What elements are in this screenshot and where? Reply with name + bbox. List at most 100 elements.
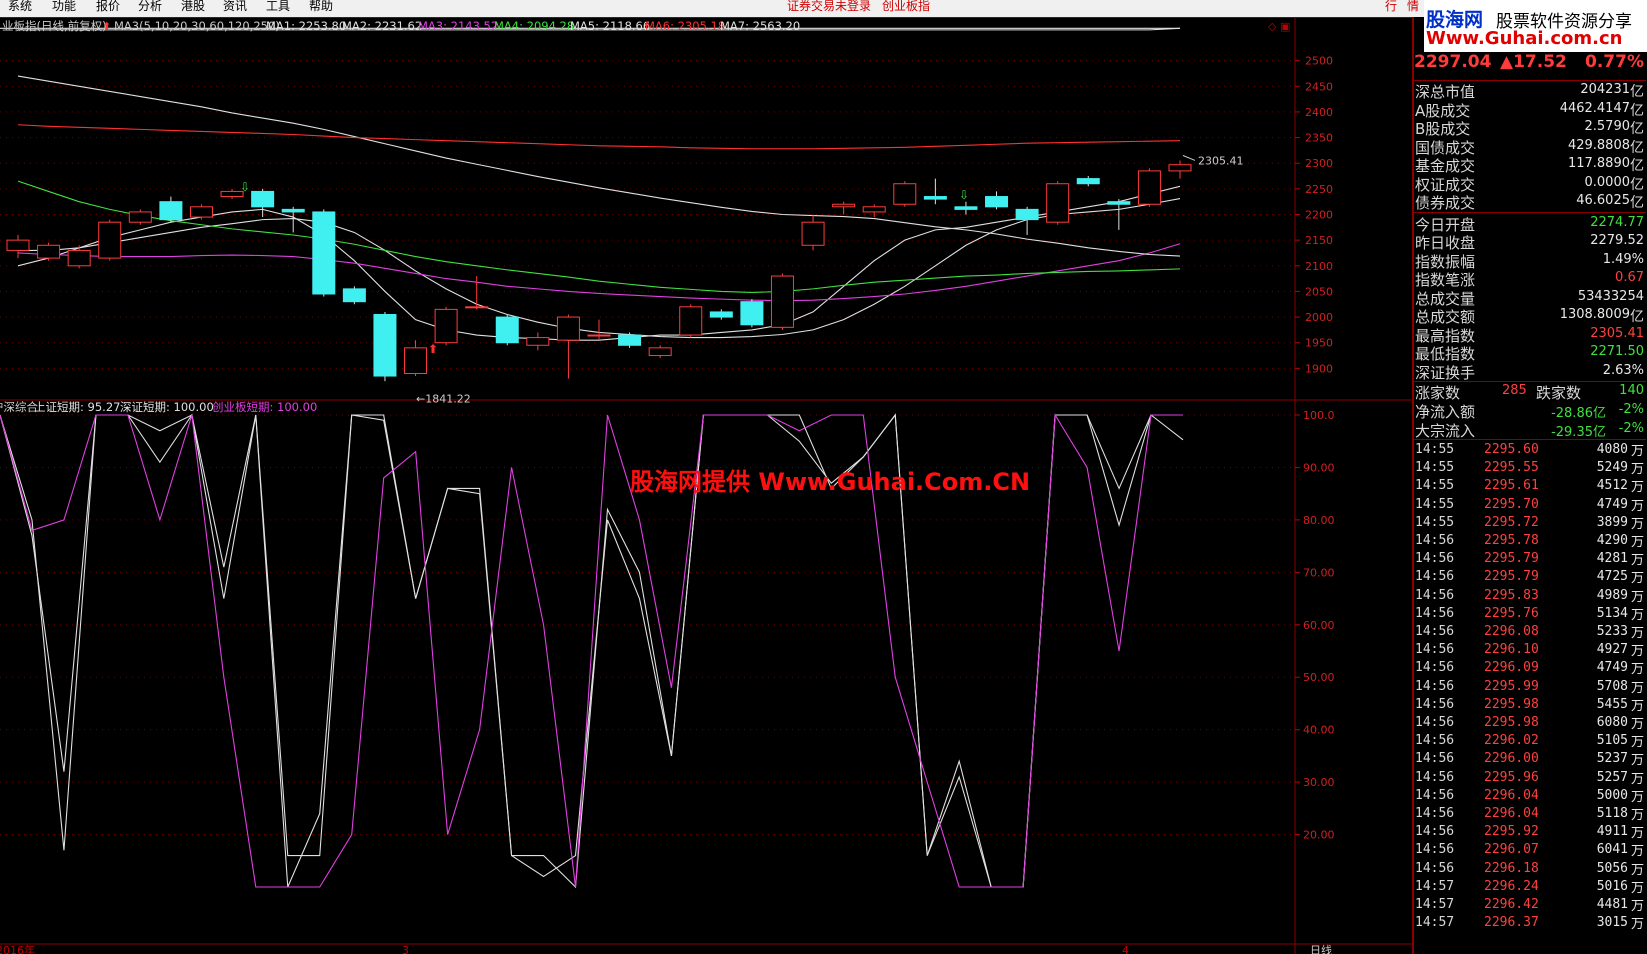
candle-body [618, 334, 642, 346]
stat-value: 4462.4147 [1559, 100, 1630, 116]
tick-unit: 万 [1630, 789, 1644, 805]
tick-time: 14:57 [1415, 915, 1455, 931]
tick-time: 14:56 [1415, 733, 1455, 749]
ma-legend-item: MA4: 2094.28 [494, 19, 574, 33]
tick-volume: 4080 [1596, 442, 1628, 457]
tick-unit: 万 [1630, 880, 1644, 896]
tick-price: 2295.72 [1484, 514, 1539, 530]
menu-item-system[interactable]: 系统 [8, 0, 32, 13]
tick-row: 14:56 2296.09 4749 万 [1414, 658, 1646, 677]
candle-body [770, 275, 794, 328]
menu-item-analysis[interactable]: 分析 [138, 0, 162, 13]
down-count: 140 [1619, 383, 1644, 398]
menu-bar: 系统 功能 报价 分析 港股 资讯 工具 帮助 证券交易未登录 创业板指 行 情 [0, 0, 1647, 18]
stat-value: 429.8808 [1567, 137, 1630, 153]
ma-legend-item: MA2: 2231.62 [342, 19, 422, 33]
candle-body [832, 203, 856, 208]
tick-row: 14:55 2295.60 4080 万 [1414, 440, 1646, 459]
candle [648, 345, 672, 359]
tick-price: 2296.42 [1484, 897, 1539, 912]
tick-time: 14:56 [1415, 824, 1455, 840]
info-tab[interactable]: 情 [1407, 0, 1419, 13]
tick-time: 14:56 [1415, 842, 1455, 858]
menu-item-news[interactable]: 资讯 [223, 0, 247, 13]
candle [1046, 181, 1070, 225]
tick-row: 14:56 2296.10 4927 万 [1414, 640, 1646, 659]
tick-unit: 万 [1630, 589, 1644, 605]
tick-volume: 5000 [1596, 787, 1628, 803]
flow-pct: -2% [1618, 420, 1644, 436]
tick-volume: 5016 [1596, 878, 1628, 894]
candle [1137, 168, 1161, 207]
candle [159, 196, 183, 223]
stat-unit: 亿 [1630, 84, 1644, 100]
tick-time: 14:56 [1415, 678, 1455, 694]
tick-row: 14:55 2295.55 5249 万 [1414, 458, 1646, 477]
stat-row: 国债成交 429.8808 亿 [1414, 137, 1646, 157]
stat-value: 204231 [1580, 82, 1630, 97]
tick-volume: 4927 [1596, 642, 1628, 658]
candle [373, 311, 397, 382]
candle-body [801, 221, 825, 246]
flow-row: 大宗流入 -29.35亿 -2% [1414, 420, 1646, 440]
down-arrow-icon: ⇩ [959, 188, 969, 202]
tick-price: 2295.98 [1484, 715, 1539, 730]
y-tick-label: 2500 [1305, 55, 1333, 68]
stat-unit: 亿 [1630, 102, 1644, 119]
candle [495, 314, 519, 346]
menu-item-hk[interactable]: 港股 [181, 0, 205, 13]
candle-body [1076, 178, 1100, 185]
candle-body [1015, 208, 1039, 221]
candle-body [862, 206, 886, 213]
candle-body [648, 347, 672, 357]
stat-value: 46.6025 [1576, 193, 1630, 208]
candle [1015, 206, 1039, 236]
candle [709, 309, 733, 320]
candle-body [159, 201, 183, 221]
tick-unit: 万 [1630, 571, 1644, 587]
tick-row: 14:56 2295.96 5257 万 [1414, 768, 1646, 787]
tick-volume: 5708 [1596, 678, 1628, 694]
candle-body [128, 211, 152, 223]
y-tick-label: 2350 [1305, 132, 1333, 145]
candle-body [985, 196, 1009, 208]
tick-time: 14:56 [1415, 605, 1455, 621]
candles [6, 160, 1192, 382]
menu-item-quote[interactable]: 报价 [96, 0, 120, 13]
tick-unit: 万 [1630, 808, 1644, 823]
tick-row: 14:56 2295.98 6080 万 [1414, 713, 1646, 732]
tick-time: 14:57 [1415, 897, 1455, 912]
tick-row: 14:57 2296.24 5016 万 [1414, 877, 1646, 896]
menu-item-function[interactable]: 功能 [52, 0, 76, 13]
menu-item-tools[interactable]: 工具 [266, 0, 290, 13]
y-tick-label: 1950 [1305, 337, 1333, 350]
tick-time: 14:56 [1415, 551, 1455, 567]
y-tick-label: 60.00 [1303, 619, 1335, 632]
candle-body [526, 337, 550, 346]
tick-unit: 万 [1630, 735, 1644, 751]
candle [556, 314, 580, 379]
tick-volume: 3015 [1596, 915, 1628, 931]
quote-tab[interactable]: 行 [1385, 0, 1397, 13]
stat-value: 2.63% [1602, 362, 1644, 378]
tick-volume: 5118 [1596, 806, 1628, 821]
tick-price: 2295.83 [1484, 587, 1539, 603]
flow-row: 净流入额 -28.86亿 -2% [1414, 401, 1646, 421]
stat-unit: 亿 [1630, 158, 1644, 174]
candle [1168, 160, 1192, 179]
down-arrow-icon: ⇩ [240, 180, 250, 194]
tick-price: 2295.78 [1484, 533, 1539, 548]
login-warning[interactable]: 证券交易未登录 [787, 0, 871, 13]
tick-price: 2296.10 [1484, 642, 1539, 658]
up-count: 285 [1502, 383, 1527, 398]
candle [189, 204, 213, 220]
y-tick-label: 2450 [1305, 80, 1333, 93]
tick-row: 14:56 2296.04 5000 万 [1414, 786, 1646, 805]
candle-body [434, 308, 458, 344]
tick-price: 2296.07 [1484, 842, 1539, 858]
tick-price: 2295.60 [1484, 442, 1539, 457]
tick-volume: 6041 [1596, 842, 1628, 858]
candle [893, 181, 917, 207]
menu-item-help[interactable]: 帮助 [309, 0, 333, 13]
stat-row: 基金成交 117.8890 亿 [1414, 155, 1646, 175]
